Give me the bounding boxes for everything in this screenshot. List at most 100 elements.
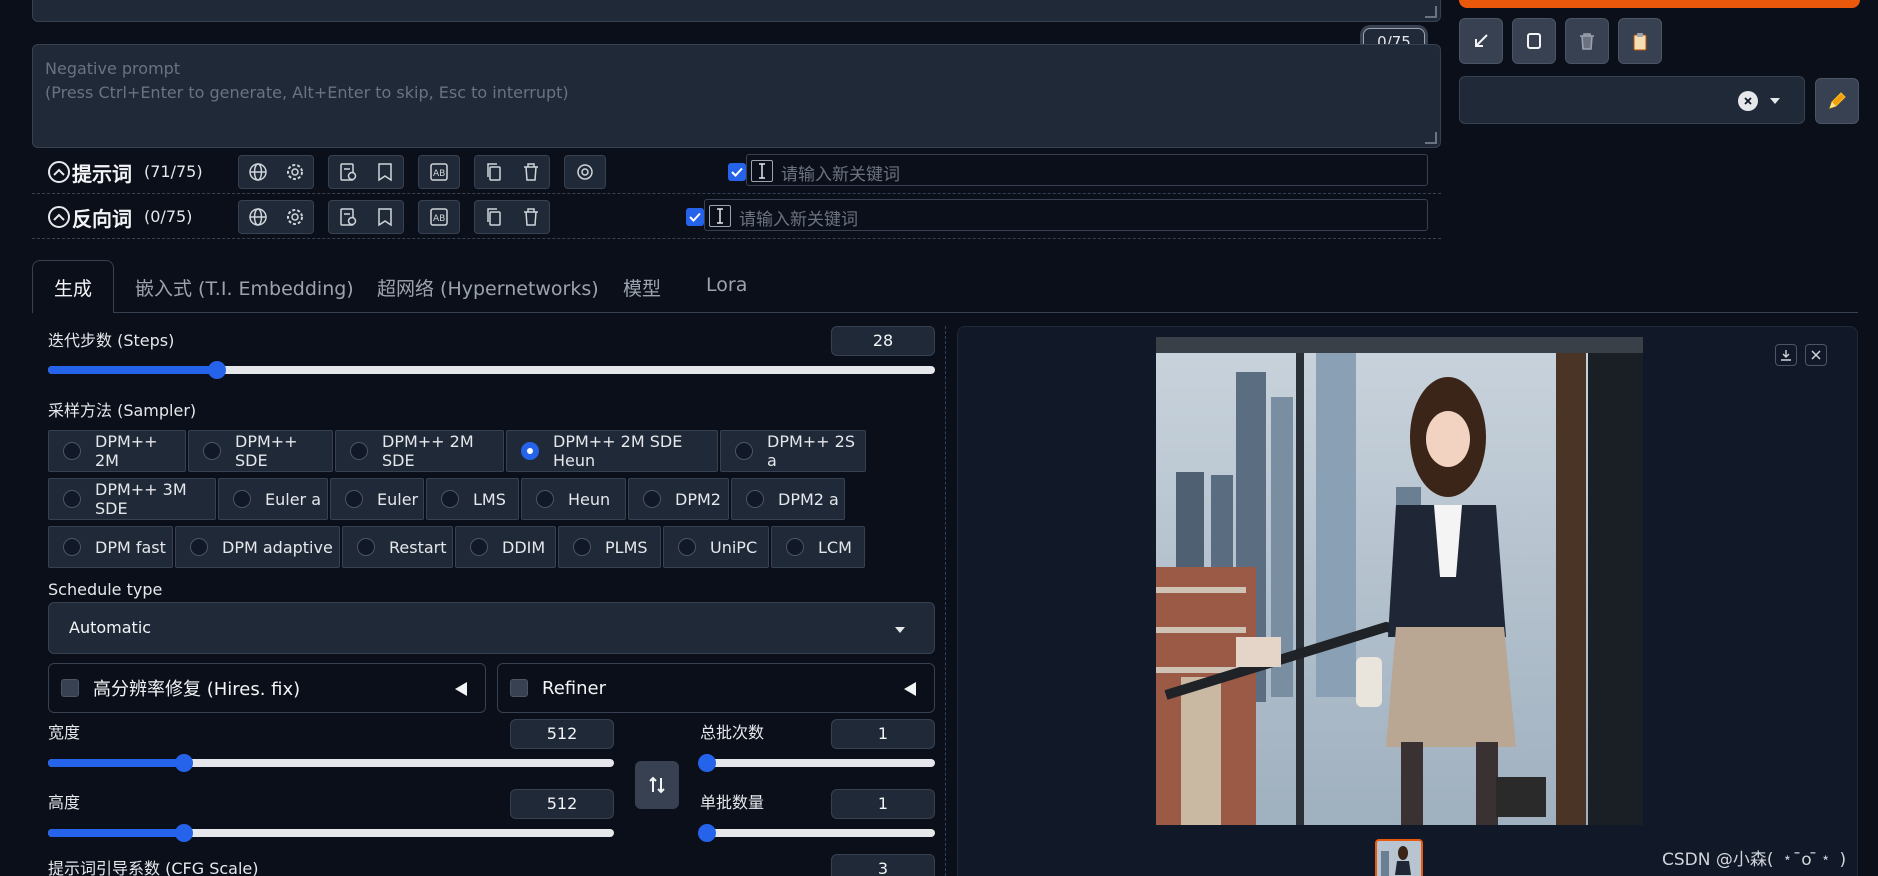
sampler-option[interactable]: PLMS bbox=[558, 526, 661, 568]
bookmark-icon[interactable] bbox=[375, 162, 395, 182]
slider-thumb[interactable] bbox=[174, 754, 193, 772]
radio-button[interactable] bbox=[521, 442, 539, 460]
collapse-triangle-icon[interactable] bbox=[904, 682, 916, 696]
batch-count-slider[interactable] bbox=[698, 754, 935, 772]
close-preview-button[interactable] bbox=[1805, 344, 1827, 366]
swap-dimensions-button[interactable] bbox=[635, 761, 679, 809]
styles-dropdown[interactable] bbox=[1459, 76, 1805, 124]
tab-generate[interactable]: 生成 bbox=[32, 260, 114, 313]
sampler-option[interactable]: DPM fast bbox=[48, 526, 173, 568]
sampler-option[interactable]: DPM++ SDE bbox=[188, 430, 333, 472]
width-slider[interactable] bbox=[48, 754, 614, 772]
tab-hypernetworks[interactable]: 超网络 (Hypernetworks) bbox=[377, 274, 599, 301]
ab-format-icon[interactable]: AB bbox=[429, 162, 449, 182]
radio-button[interactable] bbox=[643, 490, 661, 508]
sampler-option[interactable]: Restart bbox=[342, 526, 453, 568]
copy-icon[interactable] bbox=[484, 162, 504, 182]
collapse-triangle-icon[interactable] bbox=[455, 682, 467, 696]
steps-slider[interactable] bbox=[48, 361, 935, 379]
tab-models[interactable]: 模型 bbox=[623, 274, 661, 301]
height-number-input[interactable]: 512 bbox=[510, 789, 614, 819]
cfg-scale-number-input[interactable]: 3 bbox=[831, 854, 935, 876]
sampler-option[interactable]: Heun bbox=[521, 478, 626, 520]
resize-handle[interactable] bbox=[1425, 6, 1437, 18]
gear-icon[interactable] bbox=[285, 162, 305, 182]
globe-icon[interactable] bbox=[248, 162, 268, 182]
batch-count-number-input[interactable]: 1 bbox=[831, 719, 935, 749]
refiner-accordion[interactable]: Refiner bbox=[497, 663, 935, 713]
sampler-option[interactable]: DPM2 bbox=[628, 478, 729, 520]
negative-prompt-textarea[interactable]: Negative prompt (Press Ctrl+Enter to gen… bbox=[32, 44, 1441, 148]
radio-button[interactable] bbox=[573, 538, 591, 556]
width-number-input[interactable]: 512 bbox=[510, 719, 614, 749]
openai-icon[interactable] bbox=[575, 162, 595, 182]
radio-button[interactable] bbox=[63, 490, 81, 508]
trash-icon[interactable] bbox=[521, 162, 541, 182]
keyword-enable-checkbox[interactable] bbox=[728, 163, 746, 181]
sampler-option[interactable]: Euler bbox=[330, 478, 424, 520]
read-params-button[interactable] bbox=[1459, 18, 1503, 64]
sampler-option[interactable]: DPM++ 2S a bbox=[720, 430, 866, 472]
radio-button[interactable] bbox=[357, 538, 375, 556]
sampler-option[interactable]: DPM++ 3M SDE bbox=[48, 478, 216, 520]
history-icon[interactable] bbox=[338, 162, 358, 182]
radio-button[interactable] bbox=[350, 442, 368, 460]
generated-image[interactable] bbox=[1156, 337, 1643, 825]
radio-button[interactable] bbox=[233, 490, 251, 508]
clear-selection-icon[interactable] bbox=[1738, 91, 1758, 111]
slider-thumb[interactable] bbox=[207, 361, 226, 379]
paste-button[interactable] bbox=[1512, 18, 1556, 64]
hires-fix-checkbox[interactable] bbox=[61, 679, 79, 697]
radio-button[interactable] bbox=[678, 538, 696, 556]
history-icon[interactable] bbox=[338, 207, 358, 227]
radio-button[interactable] bbox=[746, 490, 764, 508]
collapse-toggle-icon[interactable] bbox=[48, 161, 70, 183]
sampler-option[interactable]: DPM++ 2M SDE bbox=[335, 430, 504, 472]
radio-button[interactable] bbox=[470, 538, 488, 556]
sampler-option[interactable]: DPM++ 2M bbox=[48, 430, 186, 472]
edit-styles-button[interactable] bbox=[1815, 78, 1859, 124]
clear-button[interactable] bbox=[1565, 18, 1609, 64]
copy-icon[interactable] bbox=[484, 207, 504, 227]
keyword-input[interactable]: 请输入新关键词 bbox=[746, 154, 1428, 186]
hires-fix-accordion[interactable]: 高分辨率修复 (Hires. fix) bbox=[48, 663, 486, 713]
chevron-down-icon[interactable] bbox=[1770, 98, 1780, 104]
prompt-textarea[interactable] bbox=[32, 0, 1441, 22]
steps-number-input[interactable]: 28 bbox=[831, 326, 935, 356]
schedule-type-select[interactable]: Automatic bbox=[48, 602, 935, 654]
slider-thumb[interactable] bbox=[174, 824, 193, 842]
radio-button[interactable] bbox=[441, 490, 459, 508]
refiner-checkbox[interactable] bbox=[510, 679, 528, 697]
radio-button[interactable] bbox=[63, 442, 81, 460]
slider-thumb[interactable] bbox=[698, 754, 716, 772]
clipboard-button[interactable] bbox=[1618, 18, 1662, 64]
sampler-option[interactable]: DPM++ 2M SDE Heun bbox=[506, 430, 718, 472]
bookmark-icon[interactable] bbox=[375, 207, 395, 227]
sampler-option[interactable]: DPM adaptive bbox=[175, 526, 340, 568]
sampler-option[interactable]: DDIM bbox=[455, 526, 556, 568]
radio-button[interactable] bbox=[203, 442, 221, 460]
tab-lora[interactable]: Lora bbox=[706, 274, 747, 296]
radio-button[interactable] bbox=[345, 490, 363, 508]
resize-handle[interactable] bbox=[1425, 132, 1437, 144]
batch-size-number-input[interactable]: 1 bbox=[831, 789, 935, 819]
slider-thumb[interactable] bbox=[698, 824, 716, 842]
radio-button[interactable] bbox=[63, 538, 81, 556]
radio-button[interactable] bbox=[735, 442, 753, 460]
gear-icon[interactable] bbox=[285, 207, 305, 227]
generate-button[interactable] bbox=[1459, 0, 1860, 8]
sampler-option[interactable]: LMS bbox=[426, 478, 519, 520]
globe-icon[interactable] bbox=[248, 207, 268, 227]
collapse-toggle-icon[interactable] bbox=[48, 206, 70, 228]
radio-button[interactable] bbox=[786, 538, 804, 556]
ab-format-icon[interactable]: AB bbox=[429, 207, 449, 227]
tab-embedding[interactable]: 嵌入式 (T.I. Embedding) bbox=[135, 274, 354, 301]
keyword-input[interactable]: 请输入新关键词 bbox=[704, 199, 1428, 231]
sampler-option[interactable]: UniPC bbox=[663, 526, 769, 568]
radio-button[interactable] bbox=[190, 538, 208, 556]
radio-button[interactable] bbox=[536, 490, 554, 508]
height-slider[interactable] bbox=[48, 824, 614, 842]
gallery-thumbnail[interactable] bbox=[1375, 839, 1423, 876]
sampler-option[interactable]: DPM2 a bbox=[731, 478, 845, 520]
batch-size-slider[interactable] bbox=[698, 824, 935, 842]
